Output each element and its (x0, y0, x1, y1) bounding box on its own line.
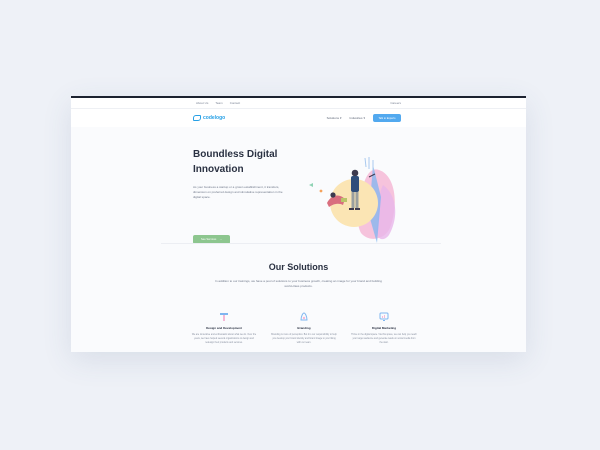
card-text: Branding is more of perception. But it i… (271, 334, 337, 344)
card-text: Thrive in the digital space. Via this sp… (351, 334, 417, 344)
text-tool-icon (191, 312, 257, 322)
palette-icon (271, 312, 337, 322)
hero-description: As your business a startup or a grown es… (193, 185, 283, 199)
logo-icon (193, 115, 201, 121)
solution-card-design[interactable]: Design and Development We are innovative… (191, 312, 257, 345)
nav-item-industries[interactable]: Industries ▾ (349, 116, 365, 120)
top-link-careers[interactable]: Careers (390, 101, 401, 105)
top-link-about[interactable]: About Us (196, 101, 208, 105)
talk-to-experts-button[interactable]: Talk to Experts (373, 114, 401, 122)
section-intro: In addition to our trainings, we have a … (215, 279, 382, 288)
logo-text: codelogo (203, 115, 226, 121)
card-title: Branding (297, 326, 311, 330)
browser-window: About Us Team Contact Careers codelogo S… (71, 96, 526, 352)
nav-item-label: Industries (349, 116, 363, 120)
nav-item-solutions[interactable]: Solutions ▾ (327, 116, 342, 120)
top-link-contact[interactable]: Contact (230, 101, 240, 105)
logo[interactable]: codelogo (193, 115, 225, 121)
cta-label: See Services (201, 238, 217, 241)
card-text: We are innovative and enthusiastic about… (191, 334, 257, 344)
solution-card-branding[interactable]: Branding Branding is more of perception.… (271, 312, 337, 345)
hero-title: Boundless Digital Innovation (193, 149, 278, 175)
main-navbar: codelogo Solutions ▾ Industries ▾ Talk t… (71, 109, 526, 127)
monitor-chart-icon (351, 312, 417, 322)
top-link-team[interactable]: Team (215, 101, 222, 105)
card-title: Digital Marketing (371, 326, 397, 330)
solution-cards: Design and Development We are innovative… (191, 312, 417, 345)
top-bar: About Us Team Contact Careers (71, 98, 526, 109)
nav-menu: Solutions ▾ Industries ▾ Talk to Experts (327, 114, 401, 122)
section-divider (161, 243, 441, 244)
card-title: Design and Development (206, 326, 242, 330)
chevron-down-icon: ▾ (363, 116, 365, 120)
solution-card-marketing[interactable]: Digital Marketing Thrive in the digital … (351, 312, 417, 345)
arrow-right-icon: → (219, 238, 222, 241)
top-links: About Us Team Contact (196, 101, 240, 105)
solutions-section: Our Solutions In addition to our trainin… (71, 262, 526, 289)
hero-illustration (309, 157, 396, 243)
chevron-down-icon: ▾ (339, 116, 342, 120)
hero-section: Boundless Digital Innovation As your bus… (71, 127, 526, 245)
nav-item-label: Solutions (326, 116, 339, 120)
section-title: Our Solutions (268, 262, 329, 272)
